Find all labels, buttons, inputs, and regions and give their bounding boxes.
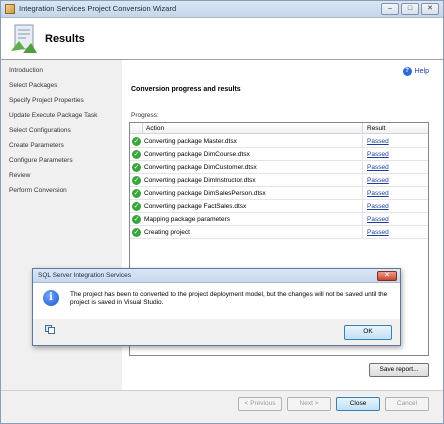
sidebar-item-perform-conversion[interactable]: Perform Conversion [9, 187, 67, 194]
window-title: Integration Services Project Conversion … [19, 4, 177, 13]
cell-divider [362, 161, 363, 174]
close-button[interactable]: Close [336, 397, 380, 411]
sidebar-item-update-execute-package-task[interactable]: Update Execute Package Task [9, 112, 97, 119]
column-header-result[interactable]: Result [367, 125, 385, 132]
info-icon: i [43, 290, 59, 306]
copy-icon[interactable] [45, 325, 55, 334]
cell-divider [362, 135, 363, 148]
dialog-title: SQL Server Integration Services [38, 272, 131, 279]
help-link[interactable]: ? Help [402, 67, 429, 76]
wizard-page-icon [11, 24, 37, 53]
cancel-button[interactable]: Cancel [385, 397, 429, 411]
section-title: Conversion progress and results [131, 86, 241, 93]
app-icon [5, 4, 15, 14]
message-dialog: SQL Server Integration Services ✕ i The … [32, 268, 401, 346]
title-bar[interactable]: Integration Services Project Conversion … [1, 1, 443, 18]
row-result-link[interactable]: Passed [367, 190, 389, 197]
sidebar-item-select-configurations[interactable]: Select Configurations [9, 127, 71, 134]
row-action: Converting package Master.dtsx [144, 138, 237, 145]
row-result-link[interactable]: Passed [367, 229, 389, 236]
row-result-link[interactable]: Passed [367, 164, 389, 171]
previous-button[interactable]: < Previous [238, 397, 282, 411]
cell-divider [362, 187, 363, 200]
success-check-icon: ✓ [132, 150, 141, 159]
success-check-icon: ✓ [132, 189, 141, 198]
minimize-button[interactable]: – [381, 3, 399, 15]
table-row[interactable]: ✓ Converting package DimCourse.dtsx Pass… [130, 148, 428, 161]
row-result-link[interactable]: Passed [367, 216, 389, 223]
dialog-close-button[interactable]: ✕ [377, 271, 397, 281]
success-check-icon: ✓ [132, 215, 141, 224]
footer-divider [1, 390, 443, 391]
cell-divider [362, 148, 363, 161]
success-check-icon: ✓ [132, 176, 141, 185]
sidebar-item-specify-project-properties[interactable]: Specify Project Properties [9, 97, 84, 104]
dialog-body: i The project has been to converted to t… [33, 283, 400, 319]
save-report-button[interactable]: Save report... [369, 363, 429, 377]
row-action: Creating project [144, 229, 190, 236]
header-divider [362, 123, 363, 134]
help-icon: ? [402, 67, 412, 76]
wizard-window: Integration Services Project Conversion … [0, 0, 444, 424]
cell-divider [362, 200, 363, 213]
dialog-title-bar[interactable]: SQL Server Integration Services ✕ [33, 269, 400, 283]
table-row[interactable]: ✓ Converting package DimSalesPerson.dtsx… [130, 187, 428, 200]
ok-button[interactable]: OK [344, 325, 392, 340]
table-row[interactable]: ✓ Converting package Master.dtsx Passed [130, 135, 428, 148]
page-title: Results [45, 33, 85, 45]
row-action: Converting package DimCustomer.dtsx [144, 164, 257, 171]
success-check-icon: ✓ [132, 163, 141, 172]
row-action: Mapping package parameters [144, 216, 230, 223]
sidebar-item-create-parameters[interactable]: Create Parameters [9, 142, 64, 149]
table-row[interactable]: ✓ Creating project Passed [130, 226, 428, 239]
table-row[interactable]: ✓ Converting package FactSales.dtsx Pass… [130, 200, 428, 213]
next-button[interactable]: Next > [287, 397, 331, 411]
column-header-action[interactable]: Action [146, 125, 164, 132]
cell-divider [362, 174, 363, 187]
cell-divider [362, 226, 363, 239]
close-window-button[interactable]: ✕ [421, 3, 439, 15]
sidebar-item-select-packages[interactable]: Select Packages [9, 82, 57, 89]
table-header: Action Result [130, 123, 428, 134]
row-action: Converting package FactSales.dtsx [144, 203, 247, 210]
sidebar-item-introduction[interactable]: Introduction [9, 67, 43, 74]
window-controls: – □ ✕ [381, 3, 439, 15]
success-check-icon: ✓ [132, 228, 141, 237]
table-row[interactable]: ✓ Converting package DimCustomer.dtsx Pa… [130, 161, 428, 174]
help-label: Help [414, 68, 429, 75]
cell-divider [362, 213, 363, 226]
row-action: Converting package DimInstructor.dtsx [144, 177, 256, 184]
table-row[interactable]: ✓ Converting package DimInstructor.dtsx … [130, 174, 428, 187]
sidebar-item-review[interactable]: Review [9, 172, 30, 179]
progress-label: Progress: [131, 112, 159, 119]
row-result-link[interactable]: Passed [367, 203, 389, 210]
header-divider [142, 123, 143, 134]
row-action: Converting package DimSalesPerson.dtsx [144, 190, 266, 197]
table-row[interactable]: ✓ Mapping package parameters Passed [130, 213, 428, 226]
success-check-icon: ✓ [132, 202, 141, 211]
success-check-icon: ✓ [132, 137, 141, 146]
wizard-header: Results [1, 18, 443, 60]
sidebar-item-configure-parameters[interactable]: Configure Parameters [9, 157, 73, 164]
row-result-link[interactable]: Passed [367, 138, 389, 145]
row-result-link[interactable]: Passed [367, 151, 389, 158]
row-result-link[interactable]: Passed [367, 177, 389, 184]
row-action: Converting package DimCourse.dtsx [144, 151, 250, 158]
dialog-message: The project has been to converted to the… [70, 291, 388, 306]
maximize-button[interactable]: □ [401, 3, 419, 15]
